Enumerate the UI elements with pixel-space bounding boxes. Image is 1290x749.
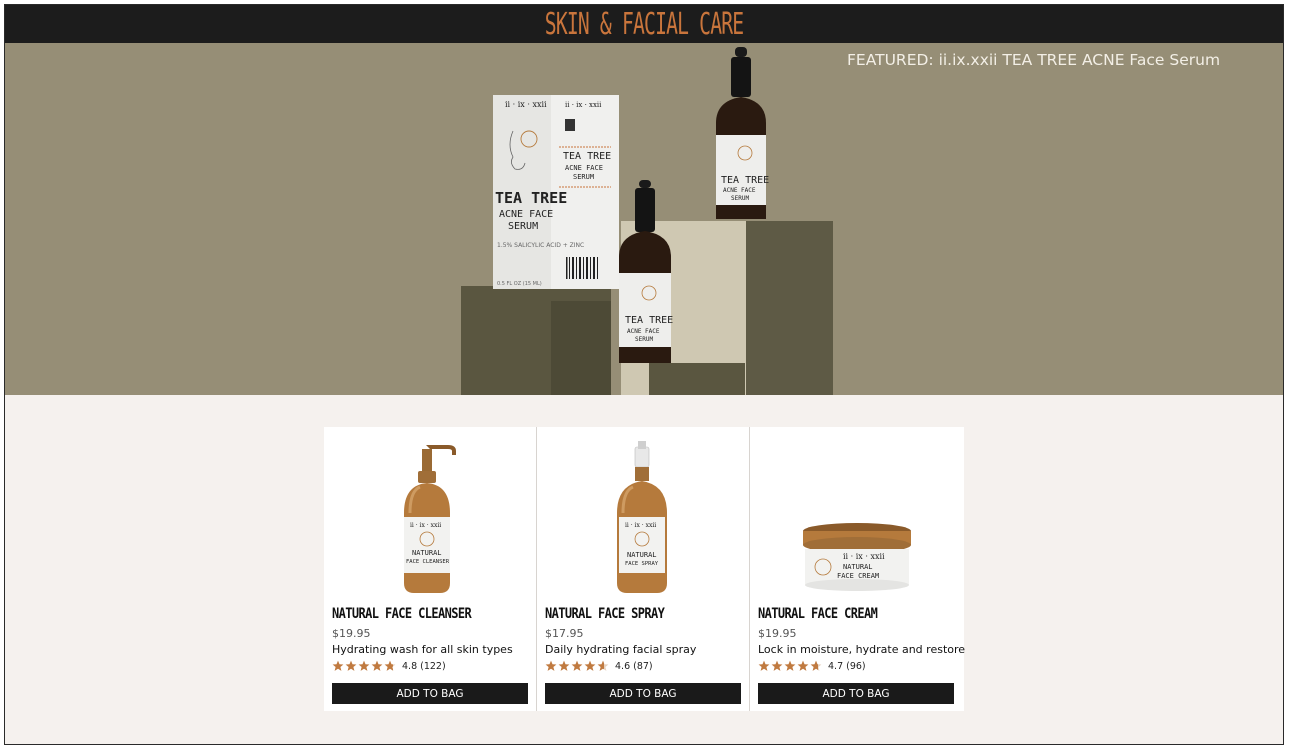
svg-text:FACE SPRAY: FACE SPRAY xyxy=(625,561,659,567)
box-volume: 0.5 FL OZ (15 ML) xyxy=(497,281,542,287)
product-rating[interactable]: 4.7 (96) xyxy=(758,659,866,673)
box-title-1: TEA TREE xyxy=(495,189,567,207)
star-icon xyxy=(571,660,583,671)
star-icon xyxy=(771,660,783,671)
star-icon xyxy=(558,660,570,671)
product-card-spray[interactable]: ii · ix · xxii NATURAL FACE SPRAY NATURA… xyxy=(537,427,750,711)
star-icon xyxy=(797,660,809,671)
svg-text:ii · ix · xxii: ii · ix · xxii xyxy=(410,522,441,529)
product-name[interactable]: NATURAL FACE SPRAY xyxy=(545,605,665,622)
svg-text:FACE CREAM: FACE CREAM xyxy=(837,572,879,580)
product-description: Hydrating wash for all skin types xyxy=(332,643,513,656)
product-rating[interactable]: 4.8 (122) xyxy=(332,659,446,673)
box-title-3: SERUM xyxy=(508,221,538,232)
product-image-cleanser[interactable]: ii · ix · xxii NATURAL FACE CLEANSER xyxy=(324,435,536,595)
box-side-brand: ii · ix · xxii xyxy=(565,101,602,109)
header-bar: SKIN & FACIAL CARE xyxy=(5,5,1283,43)
front-bottle-label-3: SERUM xyxy=(635,336,653,343)
featured-label: FEATURED: ii.ix.xxii TEA TREE ACNE Face … xyxy=(847,51,1221,69)
product-image-spray[interactable]: ii · ix · xxii NATURAL FACE SPRAY xyxy=(537,435,749,595)
product-name[interactable]: NATURAL FACE CLEANSER xyxy=(332,605,472,622)
svg-text:FACE CLEANSER: FACE CLEANSER xyxy=(406,559,450,565)
product-grid: ii · ix · xxii NATURAL FACE CLEANSER NAT… xyxy=(324,427,966,711)
svg-text:NATURAL: NATURAL xyxy=(843,563,873,571)
product-rating[interactable]: 4.6 (87) xyxy=(545,659,653,673)
tall-bottle-label-1: TEA TREE xyxy=(721,175,769,186)
add-to-bag-button[interactable]: ADD TO BAG xyxy=(758,683,954,704)
cream-jar-icon: ii · ix · xxii NATURAL FACE CREAM xyxy=(803,523,911,591)
pump-bottle-icon: ii · ix · xxii NATURAL FACE CLEANSER xyxy=(404,445,456,593)
star-icon xyxy=(384,660,396,671)
product-price: $19.95 xyxy=(758,627,797,640)
svg-text:ii · ix · xxii: ii · ix · xxii xyxy=(843,552,885,561)
star-icon xyxy=(345,660,357,671)
add-to-bag-button[interactable]: ADD TO BAG xyxy=(332,683,528,704)
serum-box: ii · ix · xxii ii · ix · xxii TEA TREE A… xyxy=(493,95,619,289)
star-icon xyxy=(332,660,344,671)
add-to-bag-button[interactable]: ADD TO BAG xyxy=(545,683,741,704)
svg-text:NATURAL: NATURAL xyxy=(627,551,657,559)
featured-product-image[interactable]: ii · ix · xxii ii · ix · xxii TEA TREE A… xyxy=(453,43,833,395)
page-frame: SKIN & FACIAL CARE FEATURED: ii.ix.xxii … xyxy=(4,4,1284,745)
serum-bottle-front: TEA TREE ACNE FACE SERUM xyxy=(619,180,673,363)
box-brand: ii · ix · xxii xyxy=(505,100,547,109)
star-rating xyxy=(545,660,609,672)
star-icon xyxy=(545,660,557,671)
star-icon xyxy=(758,660,770,671)
product-card-cleanser[interactable]: ii · ix · xxii NATURAL FACE CLEANSER NAT… xyxy=(324,427,537,711)
rating-count: 4.8 (122) xyxy=(402,660,446,672)
star-icon xyxy=(597,660,609,671)
star-icon xyxy=(810,660,822,671)
spray-bottle-icon: ii · ix · xxii NATURAL FACE SPRAY xyxy=(617,441,667,593)
star-rating xyxy=(758,660,822,672)
box-ingredients: 1.5% SALICYLIC ACID + ZINC xyxy=(497,242,584,249)
box-side-title-3: SERUM xyxy=(573,173,594,181)
product-image-cream[interactable]: ii · ix · xxii NATURAL FACE CREAM xyxy=(750,435,964,595)
serum-bottle-tall: TEA TREE ACNE FACE SERUM xyxy=(716,47,769,219)
featured-hero[interactable]: FEATURED: ii.ix.xxii TEA TREE ACNE Face … xyxy=(5,43,1283,395)
star-icon xyxy=(358,660,370,671)
star-icon xyxy=(584,660,596,671)
product-description: Lock in moisture, hydrate and restore xyxy=(758,643,966,656)
svg-text:NATURAL: NATURAL xyxy=(412,549,442,557)
svg-text:ii · ix · xxii: ii · ix · xxii xyxy=(625,522,656,529)
tall-bottle-label-2: ACNE FACE xyxy=(723,187,756,194)
front-bottle-label-2: ACNE FACE xyxy=(627,328,660,335)
product-card-cream[interactable]: ii · ix · xxii NATURAL FACE CREAM NATURA… xyxy=(750,427,966,711)
box-side-title-1: TEA TREE xyxy=(563,151,611,162)
rating-count: 4.7 (96) xyxy=(828,660,866,672)
product-description: Daily hydrating facial spray xyxy=(545,643,697,656)
product-price: $19.95 xyxy=(332,627,371,640)
front-bottle-label-1: TEA TREE xyxy=(625,315,673,326)
star-rating xyxy=(332,660,396,672)
star-icon xyxy=(371,660,383,671)
product-name[interactable]: NATURAL FACE CREAM xyxy=(758,605,878,622)
star-icon xyxy=(784,660,796,671)
tall-bottle-label-3: SERUM xyxy=(731,195,749,202)
page-title: SKIN & FACIAL CARE xyxy=(544,6,744,42)
box-side-title-2: ACNE FACE xyxy=(565,164,603,172)
product-price: $17.95 xyxy=(545,627,584,640)
rating-count: 4.6 (87) xyxy=(615,660,653,672)
box-title-2: ACNE FACE xyxy=(499,209,553,220)
